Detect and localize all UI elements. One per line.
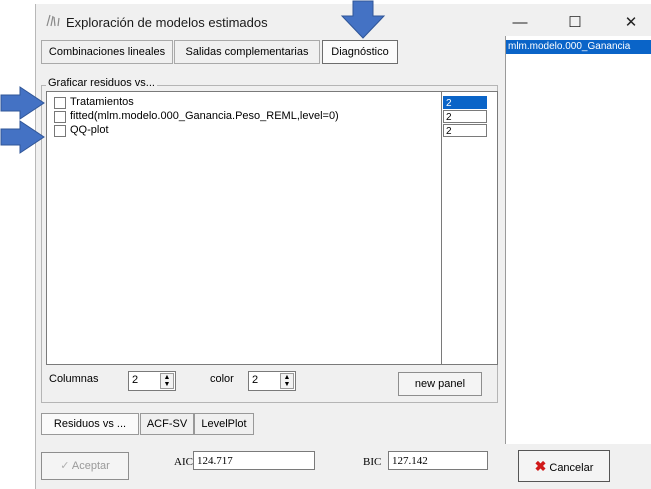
side-value[interactable]: 2 [443, 96, 487, 109]
columnas-label: Columnas [49, 373, 99, 385]
annotation-arrow-right-icon [0, 120, 45, 154]
columnas-stepper[interactable]: 2 ▲ ▼ [128, 371, 176, 391]
maximize-button[interactable]: ☐ [555, 10, 595, 36]
side-values-list[interactable]: 2 2 2 [441, 91, 498, 365]
option-label: fitted(mlm.modelo.000_Ganancia.Peso_REML… [70, 110, 339, 122]
annotation-arrow-right-icon [0, 86, 45, 120]
color-stepper[interactable]: 2 ▲ ▼ [248, 371, 296, 391]
tab-combinaciones-lineales[interactable]: Combinaciones lineales [41, 40, 173, 64]
screen: { "window": { "title": "Exploración de m… [0, 0, 651, 489]
tab-residuos-vs[interactable]: Residuos vs ... [41, 413, 139, 435]
cancel-button[interactable]: ✖ Cancelar [518, 450, 610, 482]
close-button[interactable]: ✕ [611, 10, 651, 36]
color-value: 2 [252, 374, 259, 386]
cancel-x-icon: ✖ [534, 458, 547, 474]
option-label: QQ-plot [70, 124, 109, 136]
tab-acf-sv[interactable]: ACF-SV [140, 413, 194, 435]
color-label: color [210, 373, 234, 385]
app-icon [46, 14, 60, 30]
tab-levelplot[interactable]: LevelPlot [194, 413, 254, 435]
checkbox[interactable] [54, 97, 66, 109]
accept-label: Aceptar [71, 460, 110, 472]
aic-label: AIC [174, 456, 193, 468]
groupbox-label: Graficar residuos vs... [46, 77, 157, 89]
columnas-value: 2 [132, 374, 139, 386]
spin-arrows-icon[interactable]: ▲ ▼ [280, 373, 294, 389]
checkbox[interactable] [54, 125, 66, 137]
annotation-arrow-down-icon [340, 0, 386, 39]
side-value[interactable]: 2 [443, 124, 487, 137]
check-icon: ✓ [60, 460, 70, 472]
bic-field[interactable]: 127.142 [388, 451, 488, 470]
tab-salidas-complementarias[interactable]: Salidas complementarias [174, 40, 320, 64]
models-listbox[interactable]: mlm.modelo.000_Ganancia [505, 36, 651, 444]
window-title: Exploración de modelos estimados [66, 15, 268, 30]
new-panel-button[interactable]: new panel [398, 372, 482, 396]
option-label: Tratamientos [70, 96, 134, 108]
side-value[interactable]: 2 [443, 110, 487, 123]
cancel-label: Cancelar [549, 462, 594, 474]
list-item[interactable]: mlm.modelo.000_Ganancia [506, 40, 651, 54]
checkbox[interactable] [54, 111, 66, 123]
accept-button[interactable]: ✓ Aceptar [41, 452, 129, 480]
aic-field[interactable]: 124.717 [193, 451, 315, 470]
spin-arrows-icon[interactable]: ▲ ▼ [160, 373, 174, 389]
minimize-button[interactable]: — [500, 10, 540, 36]
bic-label: BIC [363, 456, 382, 468]
tab-diagnostico[interactable]: Diagnóstico [322, 40, 398, 64]
